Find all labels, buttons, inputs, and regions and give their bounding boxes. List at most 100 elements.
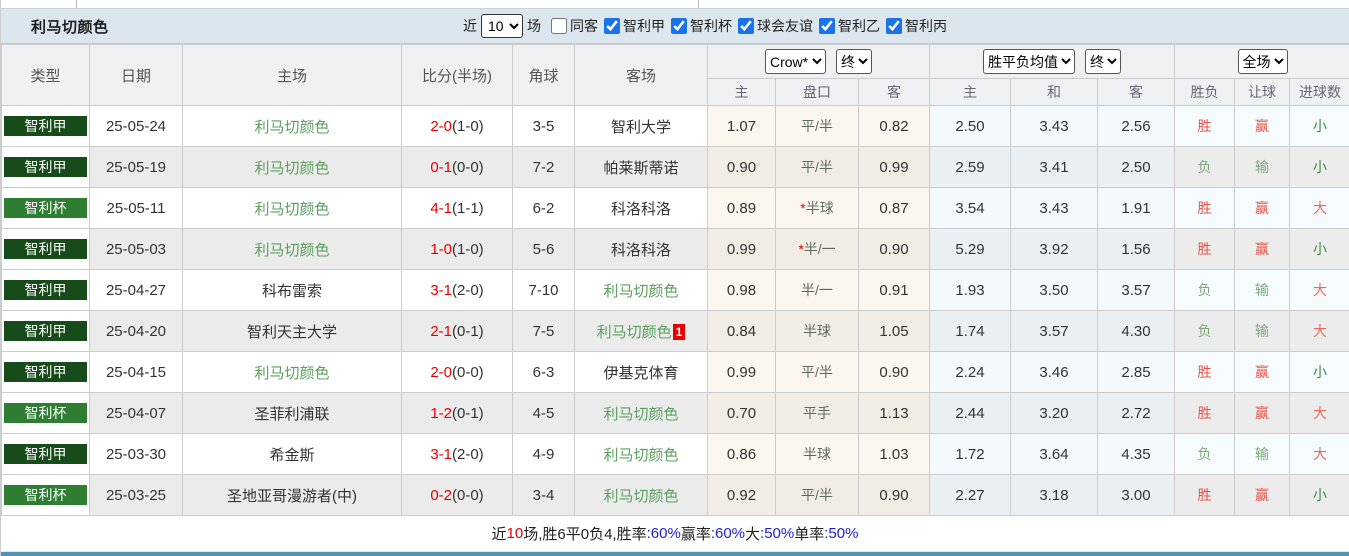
league-checkbox[interactable]	[551, 18, 567, 34]
wdl-result-cell: 胜	[1175, 229, 1235, 270]
subheader-handicap: 盘口	[776, 79, 859, 106]
fulltime-score-link[interactable]: 3-1	[430, 282, 452, 299]
odds-away-cell: 0.87	[859, 188, 930, 229]
league-type-cell: 智利甲	[2, 434, 90, 475]
stat-over-value: :50%	[760, 525, 794, 542]
away-team-link[interactable]: 利马切颜色	[603, 283, 678, 300]
league-type-cell: 智利甲	[2, 311, 90, 352]
fulltime-score-link[interactable]: 0-2	[430, 487, 452, 504]
table-row: 智利杯 25-04-07 圣菲利浦联 1-2(0-1) 4-5 利马切颜色 0.…	[2, 393, 1349, 434]
fulltime-score-link[interactable]: 0-1	[430, 159, 452, 176]
avg-away-cell: 1.91	[1098, 188, 1175, 229]
halftime-score: (0-1)	[452, 405, 484, 422]
subheader-avg-home: 主	[930, 79, 1011, 106]
odds-home-cell: 0.89	[708, 188, 776, 229]
wdl-result-cell: 负	[1175, 147, 1235, 188]
goals-result-cell: 小	[1290, 147, 1349, 188]
away-team-link[interactable]: 利马切颜色	[603, 406, 678, 423]
fulltime-score-link[interactable]: 4-1	[430, 200, 452, 217]
date-cell: 25-05-24	[90, 106, 183, 147]
fulltime-score-link[interactable]: 1-0	[430, 241, 452, 258]
away-team-link[interactable]: 利马切颜色	[597, 324, 672, 341]
wdl-result-cell: 胜	[1175, 475, 1235, 516]
home-team-link[interactable]: 利马切颜色	[254, 119, 329, 136]
halftime-score: (1-1)	[452, 200, 484, 217]
away-team-link[interactable]: 科洛科洛	[611, 201, 671, 218]
avg-stage-select[interactable]: 终	[1085, 49, 1121, 74]
filter-options: 同客 智利甲 智利杯 球会友谊 智利乙 智利丙	[545, 16, 947, 36]
avg-home-cell: 5.29	[930, 229, 1011, 270]
home-team-link[interactable]: 利马切颜色	[254, 160, 329, 177]
date-cell: 25-03-25	[90, 475, 183, 516]
wdl-result-cell: 胜	[1175, 106, 1235, 147]
corners-cell: 7-5	[513, 311, 575, 352]
home-team-link[interactable]: 希金斯	[269, 447, 314, 464]
goals-result-cell: 大	[1290, 434, 1349, 475]
home-team-cell: 利马切颜色	[183, 106, 402, 147]
league-checkbox[interactable]	[604, 18, 620, 34]
away-team-link[interactable]: 智利大学	[611, 119, 671, 136]
handicap-result-cell: 赢	[1235, 106, 1290, 147]
fulltime-score-link[interactable]: 2-0	[430, 364, 452, 381]
avg-home-cell: 2.50	[930, 106, 1011, 147]
halftime-score: (0-0)	[452, 364, 484, 381]
avg-odds-select[interactable]: 胜平负均值	[983, 49, 1075, 74]
home-team-link[interactable]: 圣菲利浦联	[254, 406, 329, 423]
subheader-goals: 进球数	[1290, 79, 1349, 106]
league-checkbox[interactable]	[738, 18, 754, 34]
avg-home-cell: 2.59	[930, 147, 1011, 188]
away-team-link[interactable]: 科洛科洛	[611, 242, 671, 259]
table-row: 智利杯 25-05-11 利马切颜色 4-1(1-1) 6-2 科洛科洛 0.8…	[2, 188, 1349, 229]
fulltime-score-link[interactable]: 2-1	[430, 323, 452, 340]
home-team-cell: 利马切颜色	[183, 352, 402, 393]
league-checkbox-label: 智利丙	[905, 16, 947, 36]
odds-stage-select[interactable]: 终	[836, 49, 872, 74]
bookmaker-select[interactable]: Crow*	[765, 49, 826, 74]
home-team-link[interactable]: 利马切颜色	[254, 201, 329, 218]
avg-away-cell: 4.30	[1098, 311, 1175, 352]
home-team-link[interactable]: 利马切颜色	[254, 242, 329, 259]
away-team-link[interactable]: 伊基克体育	[603, 365, 678, 382]
subheader-wdl: 胜负	[1175, 79, 1235, 106]
match-count-select[interactable]: 10	[481, 14, 523, 38]
home-team-link[interactable]: 智利天主大学	[247, 324, 337, 341]
odds-home-cell: 0.99	[708, 352, 776, 393]
scope-select[interactable]: 全场	[1238, 49, 1288, 74]
stat-win-label: 胜率	[617, 523, 647, 544]
handicap-cell: *半球	[776, 188, 859, 229]
avg-draw-cell: 3.46	[1011, 352, 1098, 393]
stat-handicap-label: 赢率	[681, 523, 711, 544]
avg-away-cell: 2.72	[1098, 393, 1175, 434]
handicap-result-cell: 输	[1235, 311, 1290, 352]
score-cell: 1-0(1-0)	[402, 229, 513, 270]
away-team-link[interactable]: 利马切颜色	[603, 447, 678, 464]
corners-cell: 6-2	[513, 188, 575, 229]
home-team-cell: 智利天主大学	[183, 311, 402, 352]
stat-odd-value: :50%	[824, 525, 858, 542]
home-team-cell: 利马切颜色	[183, 229, 402, 270]
league-checkbox[interactable]	[819, 18, 835, 34]
away-team-cell: 科洛科洛	[575, 229, 708, 270]
away-team-link[interactable]: 帕莱斯蒂诺	[603, 160, 678, 177]
title-bar: 利马切颜色 近 10 场 同客 智利甲 智利杯 球会友谊 智利乙	[1, 8, 1349, 44]
away-team-link[interactable]: 利马切颜色	[603, 488, 678, 505]
home-team-link[interactable]: 科布雷索	[262, 283, 322, 300]
odds-away-cell: 0.82	[859, 106, 930, 147]
halftime-score: (0-0)	[452, 159, 484, 176]
page-title: 利马切颜色	[1, 16, 109, 37]
handicap-cell: 半/一	[776, 270, 859, 311]
fulltime-score-link[interactable]: 1-2	[430, 405, 452, 422]
avg-away-cell: 4.35	[1098, 434, 1175, 475]
col-header-away: 客场	[575, 45, 708, 106]
away-team-cell: 伊基克体育	[575, 352, 708, 393]
avg-home-cell: 2.44	[930, 393, 1011, 434]
fulltime-score-link[interactable]: 2-0	[430, 118, 452, 135]
col-header-type: 类型	[2, 45, 90, 106]
home-team-link[interactable]: 利马切颜色	[254, 365, 329, 382]
home-team-link[interactable]: 圣地亚哥漫游者(中)	[227, 488, 357, 505]
near-label: 近	[463, 16, 477, 36]
col-header-score: 比分(半场)	[402, 45, 513, 106]
league-checkbox[interactable]	[671, 18, 687, 34]
fulltime-score-link[interactable]: 3-1	[430, 446, 452, 463]
league-checkbox[interactable]	[886, 18, 902, 34]
